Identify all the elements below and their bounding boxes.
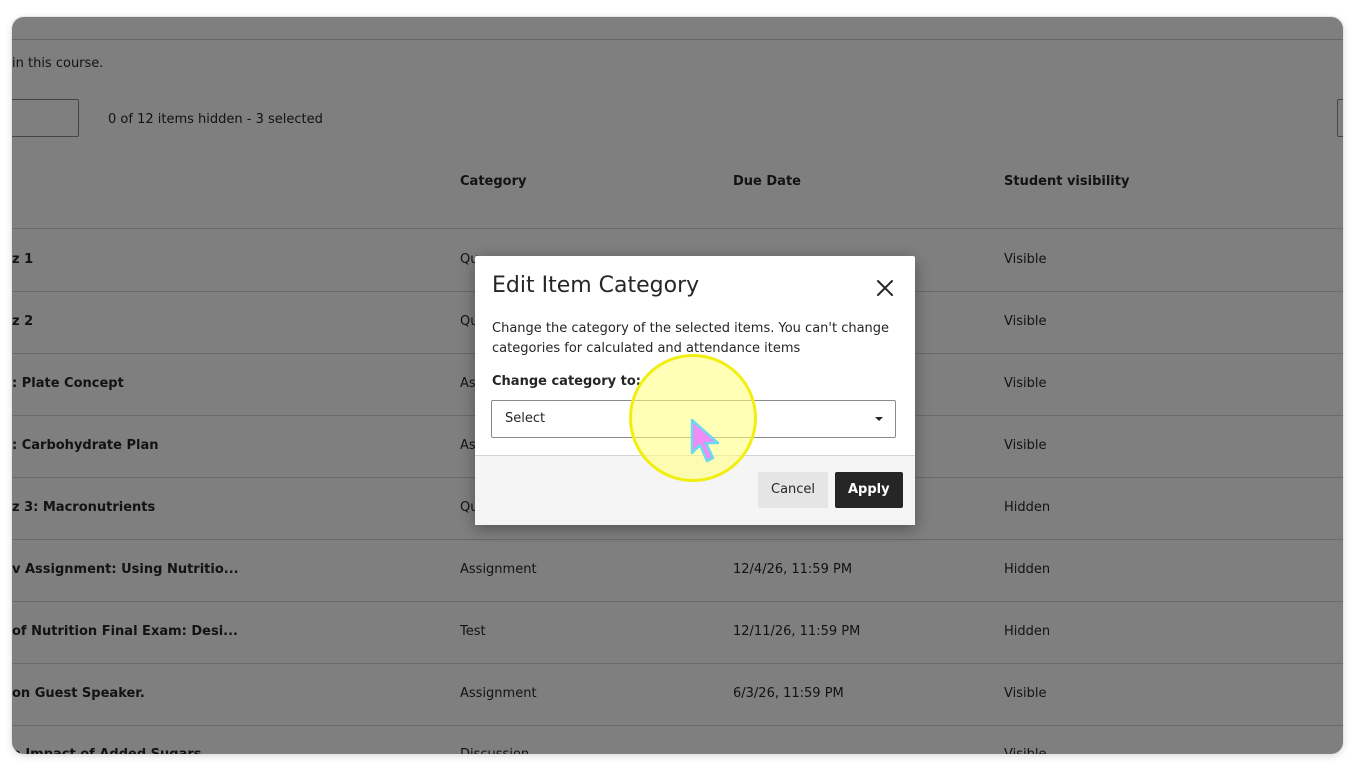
screen-frame: in this course. 0 of 12 items hidden - 3… <box>12 17 1343 754</box>
dialog-description: Change the category of the selected item… <box>492 321 890 356</box>
chevron-down-icon <box>875 417 883 421</box>
category-field-label: Change category to: <box>492 374 641 389</box>
mouse-pointer-icon <box>689 417 723 465</box>
close-icon[interactable] <box>873 276 897 300</box>
cancel-button[interactable]: Cancel <box>758 472 829 508</box>
select-value: Select <box>505 411 546 426</box>
apply-button[interactable]: Apply <box>835 472 903 508</box>
dialog-title: Edit Item Category <box>492 273 700 298</box>
